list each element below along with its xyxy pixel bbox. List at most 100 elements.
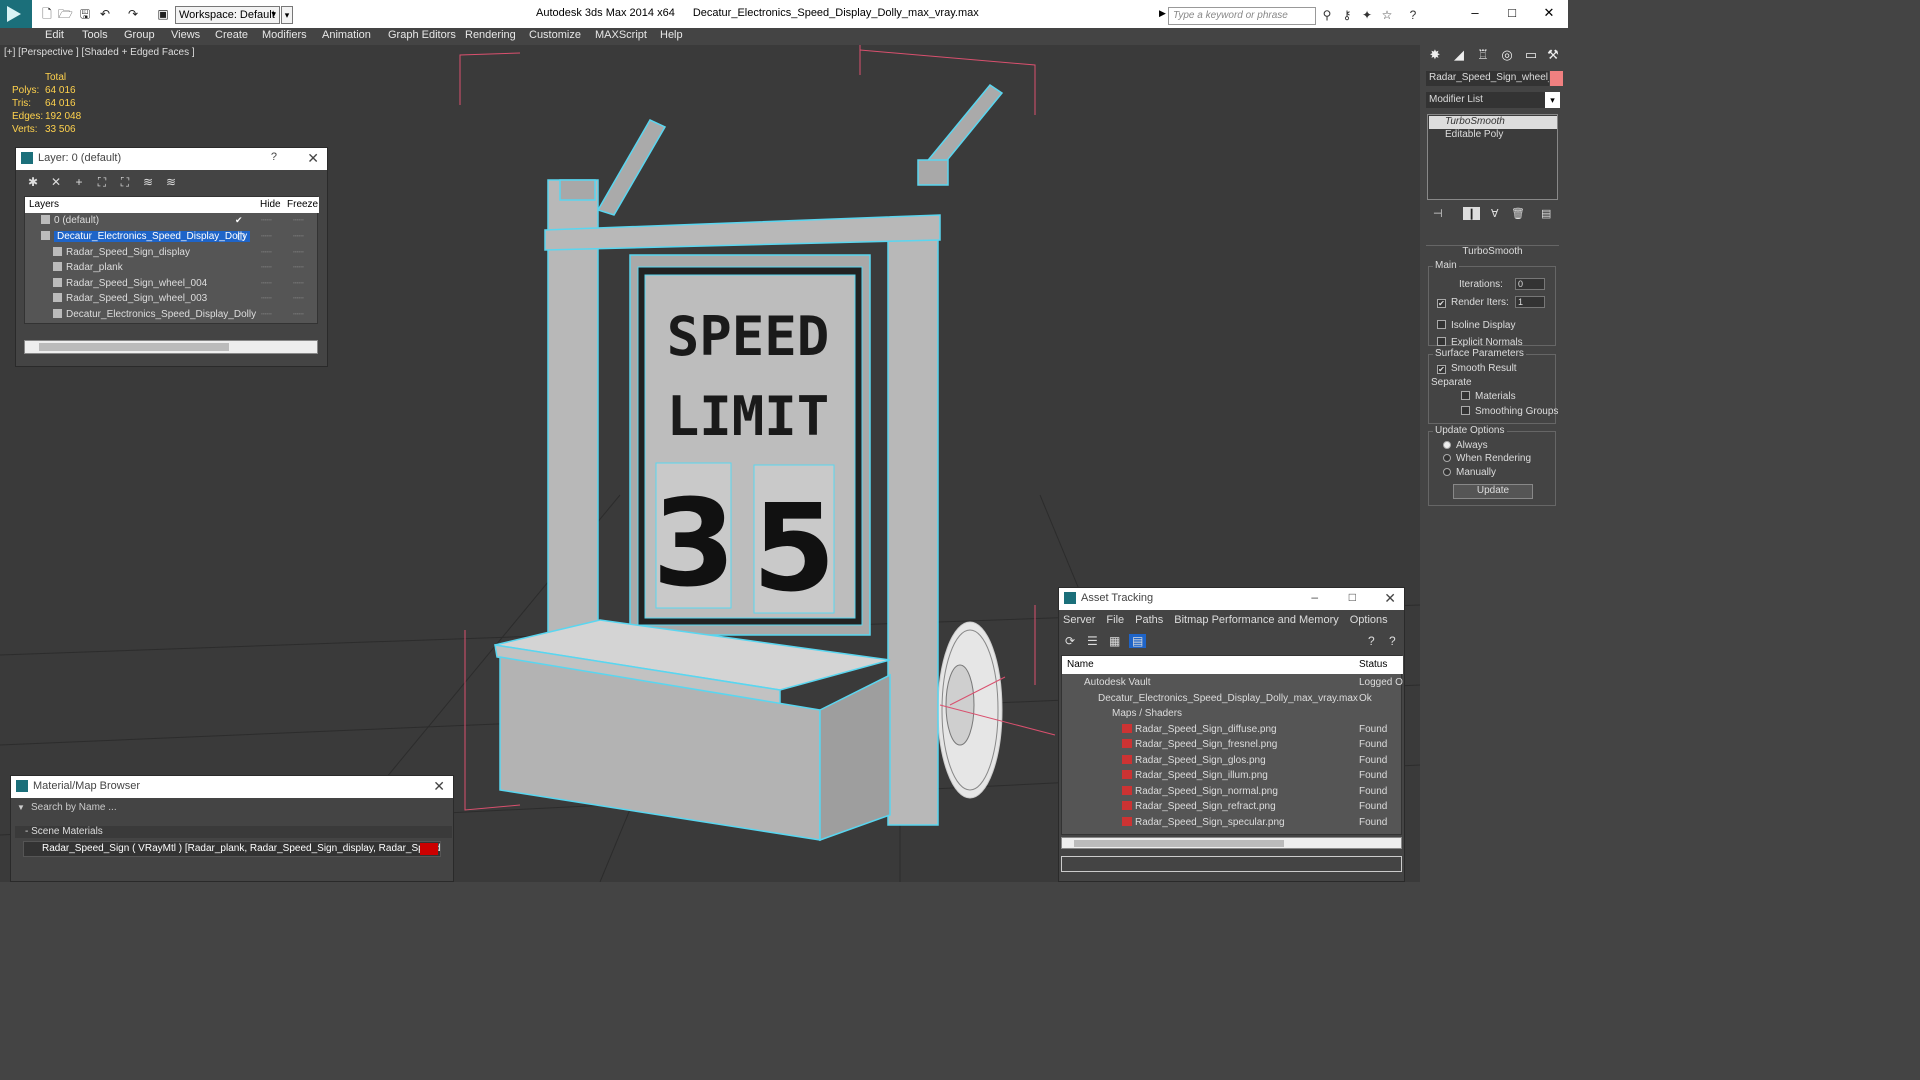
asset-row[interactable]: Radar_Speed_Sign_refract.png Found: [1062, 800, 1403, 815]
asset-menu-paths[interactable]: Paths: [1135, 614, 1163, 626]
thumbnail-view-icon[interactable]: ▦: [1109, 634, 1120, 648]
freeze-toggle-icon[interactable]: ┄┄: [293, 293, 304, 304]
favorites-star-icon[interactable]: ☆: [1380, 8, 1394, 22]
layer-row[interactable]: 0 (default) ✔ ┄┄ ┄┄: [25, 215, 319, 230]
freeze-toggle-icon[interactable]: ┄┄: [293, 262, 304, 273]
freeze-all-layers-icon[interactable]: ≋: [162, 175, 180, 189]
layer-panel-help-button[interactable]: ?: [271, 151, 277, 163]
undo-icon[interactable]: ↶: [98, 7, 112, 21]
project-folder-icon[interactable]: ▣: [156, 7, 170, 21]
hide-toggle-icon[interactable]: ┄┄: [261, 278, 272, 289]
create-layer-icon[interactable]: ✱: [24, 175, 42, 189]
freeze-toggle-icon[interactable]: ┄┄: [293, 247, 304, 258]
app-logo-icon[interactable]: [0, 0, 32, 28]
workspace-arrow-icon[interactable]: ▾: [281, 6, 293, 24]
layer-panel-close-icon[interactable]: ✕: [307, 150, 319, 167]
hierarchy-tab-icon[interactable]: ♖: [1474, 47, 1492, 65]
table-view-icon[interactable]: ▤: [1129, 634, 1147, 648]
asset-menu-server[interactable]: Server: [1063, 614, 1095, 626]
layer-object-row[interactable]: Radar_Speed_Sign_wheel_004 ┄┄ ┄┄: [25, 278, 319, 293]
delete-layer-icon[interactable]: ✕: [47, 175, 65, 189]
help-icon[interactable]: ?: [1406, 8, 1420, 22]
asset-row[interactable]: Radar_Speed_Sign_fresnel.png Found: [1062, 738, 1403, 753]
layer-object-row[interactable]: Radar_Speed_Sign_wheel_003 ┄┄ ┄┄: [25, 293, 319, 308]
viewport-label[interactable]: [+] [Perspective ] [Shaded + Edged Faces…: [4, 47, 195, 58]
col-hide[interactable]: Hide: [260, 199, 281, 210]
scene-materials-group[interactable]: - Scene Materials: [15, 826, 452, 838]
iterations-value[interactable]: 0: [1515, 278, 1545, 290]
list-view-icon[interactable]: ☰: [1087, 634, 1098, 648]
menu-modifiers[interactable]: Modifiers: [262, 29, 307, 41]
asset-row[interactable]: Autodesk Vault Logged O: [1062, 676, 1403, 691]
menu-edit[interactable]: Edit: [45, 29, 64, 41]
communication-icon[interactable]: ✦: [1360, 8, 1374, 22]
stack-item-editable-poly[interactable]: Editable Poly: [1429, 129, 1557, 142]
freeze-toggle-icon[interactable]: ┄┄: [293, 278, 304, 289]
asset-panel-close-icon[interactable]: ✕: [1384, 590, 1396, 607]
asset-row[interactable]: Radar_Speed_Sign_illum.png Found: [1062, 769, 1403, 784]
add-to-layer-icon[interactable]: +: [70, 175, 88, 189]
freeze-toggle-icon[interactable]: ┄┄: [293, 231, 304, 242]
render-iters-value[interactable]: 1: [1515, 296, 1545, 308]
display-tab-icon[interactable]: ▭: [1522, 47, 1540, 65]
smoothing-groups-checkbox[interactable]: Smoothing Groups: [1461, 406, 1558, 417]
current-layer-check-icon[interactable]: ✔: [235, 215, 243, 226]
search-input[interactable]: Type a keyword or phrase: [1168, 7, 1316, 25]
hide-toggle-icon[interactable]: ┄┄: [261, 293, 272, 304]
always-radio[interactable]: Always: [1443, 440, 1488, 451]
menu-help[interactable]: Help: [660, 29, 683, 41]
asset-menu-bitmap[interactable]: Bitmap Performance and Memory: [1174, 614, 1338, 626]
asset-panel-titlebar[interactable]: Asset Tracking – □ ✕: [1059, 588, 1404, 610]
refresh-icon[interactable]: ⟳: [1065, 634, 1075, 648]
materials-checkbox[interactable]: Materials: [1461, 391, 1516, 402]
update-button[interactable]: Update: [1453, 484, 1533, 499]
material-item[interactable]: Radar_Speed_Sign ( VRayMtl ) [Radar_plan…: [23, 841, 441, 857]
asset-help-context-icon[interactable]: ?: [1389, 634, 1396, 648]
when-rendering-radio[interactable]: When Rendering: [1443, 453, 1531, 464]
layer-object-row[interactable]: Radar_Speed_Sign_display ┄┄ ┄┄: [25, 247, 319, 262]
asset-menu-file[interactable]: File: [1106, 614, 1124, 626]
create-tab-icon[interactable]: ✸: [1426, 47, 1444, 65]
set-current-icon[interactable]: ▢: [237, 231, 246, 242]
render-iters-checkbox[interactable]: ✔ Render Iters: 1: [1437, 296, 1545, 308]
material-panel-close-icon[interactable]: ✕: [433, 778, 445, 795]
explicit-normals-checkbox[interactable]: Explicit Normals: [1437, 337, 1523, 348]
asset-maximize-icon[interactable]: □: [1349, 590, 1356, 604]
redo-icon[interactable]: ↷: [126, 7, 140, 21]
binoculars-icon[interactable]: ⚲: [1320, 8, 1334, 22]
workspace-dropdown[interactable]: Workspace: Default: [175, 6, 280, 24]
select-objects-icon[interactable]: ⛶: [93, 175, 111, 190]
asset-row[interactable]: Radar_Speed_Sign_diffuse.png Found: [1062, 723, 1403, 738]
asset-row[interactable]: Radar_Speed_Sign_glos.png Found: [1062, 754, 1403, 769]
remove-modifier-icon[interactable]: 🗑: [1511, 207, 1525, 220]
asset-help-icon[interactable]: ?: [1368, 634, 1375, 648]
layer-horizontal-scrollbar[interactable]: [24, 340, 318, 354]
menu-animation[interactable]: Animation: [322, 29, 371, 41]
pin-stack-icon[interactable]: ⊣: [1433, 207, 1443, 220]
hide-toggle-icon[interactable]: ┄┄: [261, 247, 272, 258]
layer-object-row[interactable]: Decatur_Electronics_Speed_Display_Dolly ┄…: [25, 309, 319, 324]
save-file-icon[interactable]: 🖫: [78, 7, 92, 21]
modifier-list-dropdown[interactable]: Modifier List: [1426, 92, 1558, 108]
layer-row-selected[interactable]: Decatur_Electronics_Speed_Display_Dolly ▢…: [25, 231, 319, 246]
asset-row[interactable]: Maps / Shaders: [1062, 707, 1403, 722]
make-unique-icon[interactable]: ∀: [1491, 207, 1499, 220]
freeze-toggle-icon[interactable]: ┄┄: [293, 215, 304, 226]
asset-menu-options[interactable]: Options: [1350, 614, 1388, 626]
material-panel-titlebar[interactable]: Material/Map Browser ✕: [11, 776, 453, 798]
highlight-layer-icon[interactable]: ⛶: [116, 175, 134, 190]
asset-minimize-icon[interactable]: –: [1311, 590, 1318, 604]
rollout-title[interactable]: TurboSmooth: [1426, 246, 1559, 259]
utilities-tab-icon[interactable]: ⚒: [1544, 47, 1562, 65]
col-layers[interactable]: Layers: [29, 199, 59, 210]
modifier-list-arrow-icon[interactable]: ▾: [1545, 92, 1560, 108]
material-search-input[interactable]: Search by Name ...: [15, 802, 452, 816]
scrollbar-thumb[interactable]: [39, 343, 229, 351]
asset-horizontal-scrollbar[interactable]: [1061, 837, 1402, 849]
menu-customize[interactable]: Customize: [529, 29, 581, 41]
modify-tab-icon[interactable]: ◢: [1450, 47, 1468, 65]
maximize-button[interactable]: □: [1497, 4, 1527, 22]
freeze-toggle-icon[interactable]: ┄┄: [293, 309, 304, 320]
asset-row[interactable]: Radar_Speed_Sign_specular.png Found: [1062, 816, 1403, 831]
col-status[interactable]: Status: [1359, 659, 1387, 670]
